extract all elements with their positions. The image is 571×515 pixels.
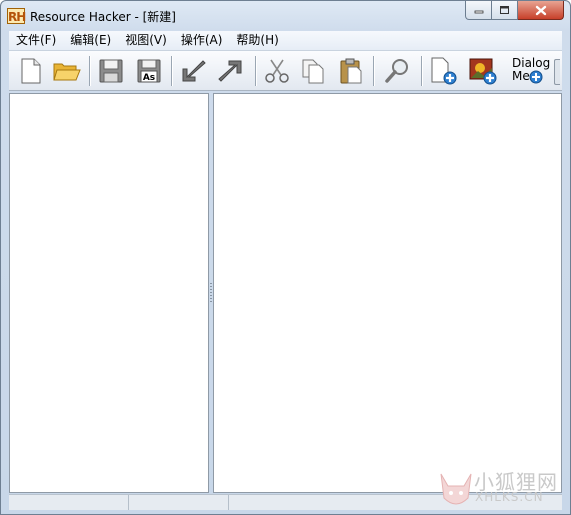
save-button[interactable]	[95, 55, 127, 87]
status-part-1	[9, 495, 129, 510]
copy-button[interactable]	[297, 55, 329, 87]
window-controls	[465, 1, 564, 21]
compile-icon	[182, 60, 206, 82]
resource-tree-pane[interactable]	[9, 93, 209, 493]
dialog-merge-icon	[529, 70, 543, 84]
app-icon: RH	[7, 8, 26, 24]
menu-bar: 文件(F) 编辑(E) 视图(V) 操作(A) 帮助(H)	[9, 31, 562, 50]
app-window: RH Resource Hacker - [新建] 文件(F) 编辑(E) 视图…	[0, 0, 571, 515]
cut-icon	[265, 59, 289, 83]
toolbar-separator	[421, 56, 422, 86]
toolbar-overflow-handle[interactable]	[554, 59, 560, 85]
add-resource-button[interactable]	[427, 55, 459, 87]
svg-text:As: As	[143, 73, 155, 83]
paste-button[interactable]	[335, 55, 367, 87]
menu-help[interactable]: 帮助(H)	[229, 31, 285, 50]
editor-pane[interactable]	[213, 93, 562, 493]
toolbar-separator	[373, 56, 374, 86]
compile-button[interactable]	[177, 55, 209, 87]
import-button[interactable]	[215, 55, 247, 87]
open-folder-icon	[53, 63, 81, 81]
window-title: Resource Hacker - [新建]	[30, 10, 176, 24]
title-bar: RH Resource Hacker - [新建]	[1, 1, 570, 31]
splitter-grip	[210, 283, 212, 303]
minimize-button[interactable]	[465, 1, 492, 20]
add-image-icon	[469, 58, 497, 85]
toolbar-separator	[255, 56, 256, 86]
maximize-button[interactable]	[492, 1, 518, 20]
status-part-2	[129, 495, 229, 510]
toolbar-separator	[89, 56, 90, 86]
paste-icon	[340, 58, 362, 84]
watermark-fox-logo	[440, 473, 472, 505]
find-button[interactable]	[381, 55, 413, 87]
open-button[interactable]	[51, 55, 83, 87]
find-icon	[385, 59, 408, 83]
add-resource-icon	[431, 57, 457, 85]
watermark-url: XHLKS.CN	[475, 490, 544, 504]
toolbar-separator	[171, 56, 172, 86]
close-icon	[535, 5, 546, 15]
menu-edit[interactable]: 编辑(E)	[63, 31, 118, 50]
save-as-button[interactable]: As	[133, 55, 165, 87]
import-icon	[218, 60, 242, 82]
copy-icon	[302, 59, 324, 84]
menu-action[interactable]: 操作(A)	[174, 31, 230, 50]
new-file-icon	[21, 58, 41, 84]
menu-view[interactable]: 视图(V)	[118, 31, 174, 50]
maximize-icon	[500, 6, 509, 14]
save-as-icon: As	[137, 59, 161, 83]
menu-file[interactable]: 文件(F)	[9, 31, 63, 50]
minimize-icon	[474, 10, 483, 14]
close-button[interactable]	[518, 1, 564, 20]
save-icon	[99, 59, 123, 83]
new-button[interactable]	[15, 55, 47, 87]
toolbar: As Dialog Me	[9, 50, 562, 91]
add-image-button[interactable]	[467, 55, 499, 87]
cut-button[interactable]	[261, 55, 293, 87]
